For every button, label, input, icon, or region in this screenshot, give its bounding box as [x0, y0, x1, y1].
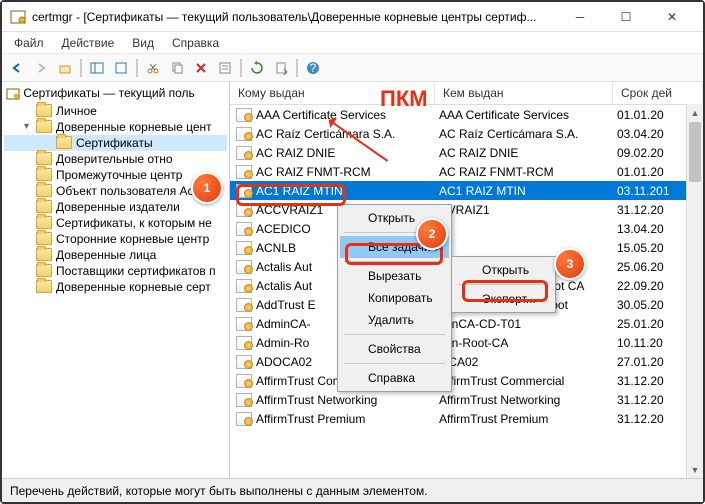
- table-row[interactable]: ADOCA02OCA0227.01.20: [230, 352, 703, 371]
- menu-view[interactable]: Вид: [124, 34, 162, 52]
- cert-icon: [236, 222, 252, 236]
- help-button[interactable]: ?: [302, 57, 324, 79]
- ctx-export[interactable]: Экспорт...: [454, 288, 553, 310]
- cert-icon: [236, 317, 252, 331]
- cert-icon: [236, 374, 252, 388]
- ctx-copy[interactable]: Копировать: [340, 287, 449, 309]
- properties-button[interactable]: [214, 57, 236, 79]
- tree-item[interactable]: Сторонние корневые центр: [4, 231, 227, 247]
- menu-action[interactable]: Действие: [54, 34, 123, 52]
- minimize-button[interactable]: ─: [557, 2, 603, 32]
- maximize-button[interactable]: ☐: [603, 2, 649, 32]
- table-row[interactable]: AffirmTrust PremiumAffirmTrust Premium31…: [230, 409, 703, 428]
- details-button[interactable]: [110, 57, 132, 79]
- cert-icon: [236, 393, 252, 407]
- table-row[interactable]: AAA Certificate ServicesAAA Certificate …: [230, 105, 703, 124]
- show-tree-button[interactable]: [86, 57, 108, 79]
- cert-icon: [236, 165, 252, 179]
- scroll-down-button[interactable]: ▼: [687, 461, 703, 478]
- tree-item[interactable]: Доверительные отно: [4, 151, 227, 167]
- table-row[interactable]: AC RAIZ DNIEAC RAIZ DNIE09.02.20: [230, 143, 703, 162]
- delete-button[interactable]: [190, 57, 212, 79]
- cert-icon: [236, 241, 252, 255]
- column-headers: Кому выдан Кем выдан Срок дей: [230, 82, 703, 105]
- cert-icon: [236, 203, 252, 217]
- cert-icon: [236, 108, 252, 122]
- table-row[interactable]: AffirmTrust NetworkingAffirmTrust Networ…: [230, 390, 703, 409]
- table-row[interactable]: AC Raíz Certicámara S.A.AC Raíz Certicám…: [230, 124, 703, 143]
- tree-item[interactable]: Доверенные лица: [4, 247, 227, 263]
- refresh-button[interactable]: [246, 57, 268, 79]
- cert-icon: [236, 336, 252, 350]
- column-issued-by[interactable]: Кем выдан: [435, 82, 613, 104]
- cert-icon: [236, 260, 252, 274]
- close-button[interactable]: ✕: [649, 2, 695, 32]
- tree-item[interactable]: ▾Доверенные корневые цент: [4, 119, 227, 135]
- table-row[interactable]: AdminCA-minCA-CD-T0125.01.20: [230, 314, 703, 333]
- badge-1: 1: [191, 172, 223, 204]
- menubar: Файл Действие Вид Справка: [2, 32, 703, 54]
- certmgr-icon: [10, 9, 26, 25]
- tree-item[interactable]: Личное: [4, 103, 227, 119]
- cert-icon: [236, 412, 252, 426]
- statusbar: Перечень действий, которые могут быть вы…: [2, 478, 703, 502]
- table-row[interactable]: ACCVRAIZ1CVRAIZ131.12.20: [230, 200, 703, 219]
- cert-icon: [236, 127, 252, 141]
- cert-icon: [236, 146, 252, 160]
- context-submenu[interactable]: Открыть Экспорт...: [451, 256, 556, 313]
- cert-icon: [236, 184, 252, 198]
- cert-icon: [236, 279, 252, 293]
- back-button[interactable]: [6, 57, 28, 79]
- table-row[interactable]: ACEDICO13.04.20: [230, 219, 703, 238]
- export-list-button[interactable]: [270, 57, 292, 79]
- column-expiry[interactable]: Срок дей: [613, 82, 703, 104]
- svg-text:?: ?: [310, 61, 317, 75]
- tree-item[interactable]: Доверенные издатели: [4, 199, 227, 215]
- scroll-up-button[interactable]: ▲: [687, 104, 703, 121]
- titlebar: certmgr - [Сертификаты — текущий пользов…: [2, 2, 703, 32]
- tree-panel[interactable]: Сертификаты — текущий поль Личное▾Довере…: [2, 82, 230, 478]
- table-row[interactable]: AC RAIZ FNMT-RCMAC RAIZ FNMT-RCM01.01.20: [230, 162, 703, 181]
- ctx-delete[interactable]: Удалить: [340, 309, 449, 331]
- badge-2: 2: [416, 218, 448, 250]
- tree-item[interactable]: Сертификаты: [4, 135, 227, 151]
- ctx-help[interactable]: Справка: [340, 367, 449, 389]
- table-row[interactable]: AC1 RAIZ MTINAC1 RAIZ MTIN03.11.201: [230, 181, 703, 200]
- ctx-sub-open[interactable]: Открыть: [454, 259, 553, 281]
- table-row[interactable]: ACNLB15.05.20: [230, 238, 703, 257]
- menu-file[interactable]: Файл: [6, 34, 52, 52]
- window-title: certmgr - [Сертификаты — текущий пользов…: [32, 10, 557, 24]
- up-button[interactable]: [54, 57, 76, 79]
- tree-item[interactable]: Сертификаты, к которым не: [4, 215, 227, 231]
- table-row[interactable]: Admin-Romin-Root-CA10.11.20: [230, 333, 703, 352]
- cert-icon: [236, 298, 252, 312]
- cut-button[interactable]: [142, 57, 164, 79]
- forward-button[interactable]: [30, 57, 52, 79]
- ctx-properties[interactable]: Свойства: [340, 338, 449, 360]
- tree-item[interactable]: Доверенные корневые серт: [4, 279, 227, 295]
- list-scrollbar[interactable]: ▲ ▼: [686, 104, 703, 478]
- table-row[interactable]: AffirmTrust CommercialAffirmTrust Commer…: [230, 371, 703, 390]
- ctx-cut[interactable]: Вырезать: [340, 265, 449, 287]
- pkm-label: ПКМ: [380, 86, 428, 112]
- toolbar: ?: [2, 54, 703, 82]
- status-text: Перечень действий, которые могут быть вы…: [10, 484, 428, 498]
- menu-help[interactable]: Справка: [164, 34, 227, 52]
- scroll-thumb[interactable]: [689, 122, 701, 182]
- tree-root[interactable]: Сертификаты — текущий поль: [4, 84, 227, 103]
- badge-3: 3: [554, 248, 586, 280]
- cert-icon: [236, 355, 252, 369]
- copy-button[interactable]: [166, 57, 188, 79]
- tree-item[interactable]: Поставщики сертификатов п: [4, 263, 227, 279]
